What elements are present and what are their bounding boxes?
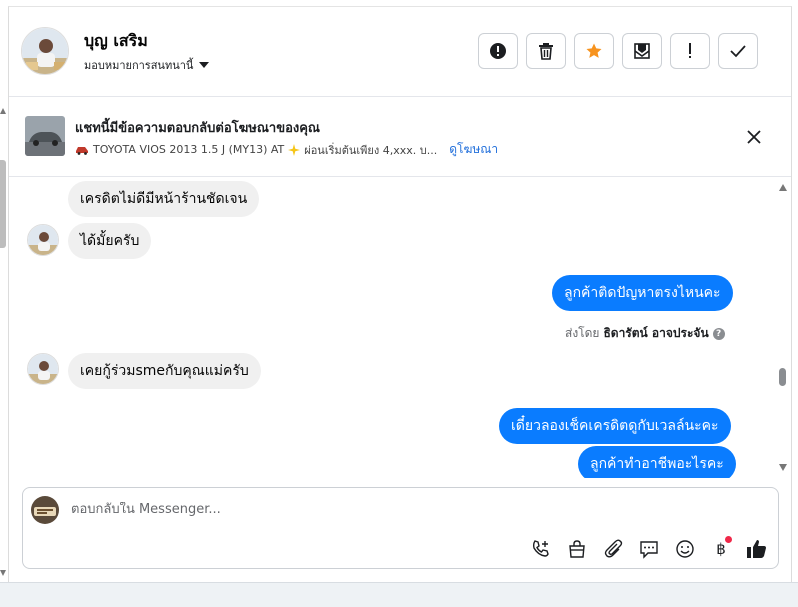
checkmark-icon (730, 45, 746, 58)
contact-name[interactable]: บุญ เสริม (84, 29, 148, 54)
contact-avatar[interactable] (21, 27, 69, 75)
incoming-message[interactable]: เคยกู้ร่วมsmeกับคุณแม่ครับ (68, 353, 261, 389)
banner-subtitle: TOYOTA VIOS 2013 1.5 J (MY13) AT ผ่อนเริ… (75, 140, 498, 159)
car-icon (76, 146, 88, 155)
delete-button[interactable] (526, 33, 566, 69)
scroll-down-arrow-icon[interactable] (0, 570, 6, 576)
scrollbar-thumb[interactable] (779, 368, 786, 386)
sent-by-label: ส่งโดย ธิดารัตน์ อาจประจัน ? (565, 324, 725, 343)
close-icon (747, 130, 761, 144)
conversation-panel: บุญ เสริม มอบหมายการสนทนานี้ แชทนี้มีข้อ… (8, 6, 792, 582)
payment-button[interactable]: ฿ (708, 536, 734, 562)
app-frame: บุญ เสริม มอบหมายการสนทนานี้ แชทนี้มีข้อ… (0, 0, 798, 607)
banner-ad-text: ผ่อนเริ่มต้นเพียง 4,xxx. บ... (304, 143, 438, 157)
composer-tools: ฿ (528, 536, 770, 562)
scroll-down-arrow-icon[interactable] (779, 464, 787, 471)
paperclip-icon (604, 539, 623, 558)
follow-up-button[interactable] (670, 33, 710, 69)
trash-icon (539, 43, 553, 60)
outgoing-message[interactable]: ลูกค้าทำอาชีพอะไรคะ (578, 446, 736, 478)
phone-plus-icon (532, 540, 549, 557)
conversation-header: บุญ เสริม มอบหมายการสนทนานี้ (9, 7, 791, 97)
close-banner-button[interactable] (746, 129, 762, 145)
emoji-button[interactable] (672, 536, 698, 562)
scroll-up-arrow-icon[interactable] (779, 184, 787, 191)
incoming-message[interactable]: เครดิตไม่ดีมีหน้าร้านชัดเจน (68, 181, 260, 217)
star-icon (586, 43, 602, 58)
assign-label: มอบหมายการสนทนานี้ (84, 59, 194, 72)
attach-button[interactable] (600, 536, 626, 562)
ad-reply-banner: แชทนี้มีข้อความตอบกลับต่อโฆษณาของคุณ TOY… (9, 97, 791, 177)
ad-car-thumbnail[interactable] (25, 116, 65, 156)
scroll-up-arrow-icon[interactable] (0, 108, 6, 114)
contact-avatar-small[interactable] (27, 353, 59, 385)
shopping-bag-icon (569, 540, 585, 558)
mark-done-button[interactable] (718, 33, 758, 69)
banner-title: แชทนี้มีข้อความตอบกลับต่อโฆษณาของคุณ (75, 121, 320, 136)
star-button[interactable] (574, 33, 614, 69)
messages-scrollbar[interactable] (777, 178, 789, 478)
help-icon[interactable]: ? (712, 327, 725, 340)
message-composer: ฿ (22, 487, 779, 569)
envelope-icon (634, 43, 650, 59)
page-avatar (31, 496, 59, 524)
baht-icon: ฿ (716, 540, 726, 558)
sparkles-icon (288, 143, 301, 156)
page-scrollbar[interactable] (0, 96, 8, 586)
message-thread: เครดิตไม่ดีมีหน้าร้านชัดเจน ได้มั้ยครับ … (9, 178, 791, 478)
sent-by-name: ธิดารัตน์ อาจประจัน (603, 326, 709, 340)
reply-input[interactable] (71, 502, 751, 517)
chat-bubble-dots-icon (640, 541, 658, 559)
thumbs-up-icon (747, 540, 766, 558)
outgoing-message[interactable]: เดี๋ยวลองเช็คเครดิตดูกับเวลล์นะคะ (499, 408, 731, 444)
mark-unread-button[interactable] (622, 33, 662, 69)
header-actions (478, 33, 758, 69)
assign-conversation-dropdown[interactable]: มอบหมายการสนทนานี้ (84, 56, 210, 74)
notification-dot (725, 536, 732, 543)
incoming-message[interactable]: ได้มั้ยครับ (68, 223, 152, 259)
mark-spam-button[interactable] (478, 33, 518, 69)
contact-avatar-small[interactable] (27, 224, 59, 256)
outgoing-message[interactable]: ลูกค้าติดปัญหาตรงไหนคะ (552, 275, 733, 311)
shop-button[interactable] (564, 536, 590, 562)
scrollbar-thumb[interactable] (0, 160, 6, 248)
alert-circle-icon (490, 43, 506, 59)
saved-reply-button[interactable] (636, 536, 662, 562)
caret-down-icon (199, 62, 210, 68)
window-bottom-strip (0, 582, 798, 607)
smiley-icon (676, 540, 694, 558)
sent-by-prefix: ส่งโดย (565, 326, 600, 340)
like-button[interactable] (744, 536, 770, 562)
call-add-button[interactable] (528, 536, 554, 562)
banner-ad-name: TOYOTA VIOS 2013 1.5 J (MY13) AT (93, 143, 285, 156)
exclamation-icon (689, 43, 691, 58)
view-ad-link[interactable]: ดูโฆษณา (449, 140, 498, 159)
